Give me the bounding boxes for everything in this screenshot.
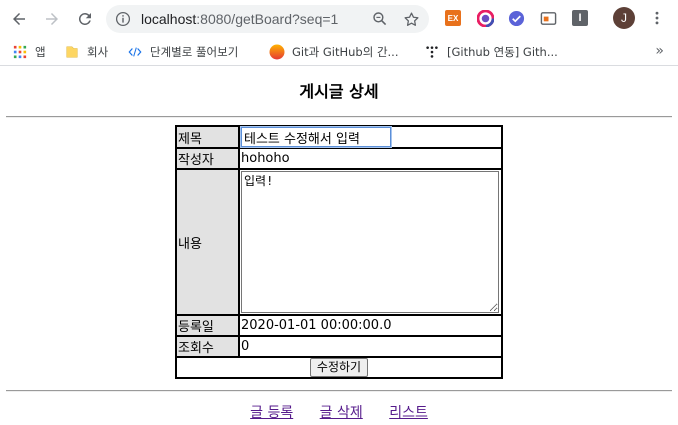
- bookmark-company-folder[interactable]: 회사: [64, 42, 108, 62]
- submit-row: 수정하기: [176, 357, 502, 378]
- browser-toolbar: localhost:8080/getBoard?seq=1 EX I J: [0, 0, 678, 38]
- bookmark-label: 회사: [87, 45, 109, 59]
- title-label: 제목: [176, 126, 239, 148]
- page-title: 게시글 상세: [299, 82, 379, 101]
- delete-board-link[interactable]: 글 삭제: [320, 405, 363, 421]
- bookmark-star-icon[interactable]: [402, 10, 420, 28]
- code-icon: [127, 44, 143, 60]
- writer-label: 작성자: [176, 148, 239, 169]
- bookmark-github-link[interactable]: [Github 연동] Gith...: [424, 42, 558, 62]
- bookmark-label: Git과 GitHub의 간...: [292, 45, 399, 59]
- dots-icon: [424, 44, 440, 60]
- top-divider: [6, 116, 672, 118]
- url-path: :8080/getBoard?seq=1: [196, 11, 339, 27]
- bookmarks-bar: 앱 회사 단계별로 풀어보기 Git과 GitHub의 간... [Github…: [0, 38, 678, 66]
- profile-initial: J: [613, 7, 635, 29]
- title-row: 제목: [176, 126, 502, 148]
- bookmark-apps[interactable]: 앱: [12, 42, 46, 62]
- reload-icon[interactable]: [73, 7, 97, 31]
- footer-links: 글 등록 글 삭제 리스트: [0, 402, 678, 422]
- bookmark-step-by-step[interactable]: 단계별로 풀어보기: [127, 42, 238, 62]
- i-extension-label: I: [572, 10, 588, 26]
- bottom-divider: [6, 390, 672, 392]
- regdate-value: 2020-01-01 00:00:00.0: [239, 315, 502, 336]
- bookmark-label: 앱: [35, 45, 46, 59]
- regdate-label: 등록일: [176, 315, 239, 336]
- apps-grid-icon: [12, 44, 28, 60]
- count-label: 조회수: [176, 336, 239, 357]
- cast-extension-icon[interactable]: [539, 9, 557, 27]
- back-arrow-icon[interactable]: [7, 7, 31, 31]
- info-icon[interactable]: [114, 10, 132, 28]
- kebab-menu-icon[interactable]: [648, 9, 666, 27]
- board-list-link[interactable]: 리스트: [389, 405, 428, 421]
- writer-value: hohoho: [239, 148, 502, 169]
- content-row: 내용 입력!: [176, 169, 502, 315]
- profile-avatar[interactable]: J: [613, 7, 635, 29]
- more-bookmarks-chevron-icon[interactable]: »: [655, 43, 664, 59]
- folder-icon: [64, 44, 80, 60]
- regdate-row: 등록일 2020-01-01 00:00:00.0: [176, 315, 502, 336]
- bookmark-label: 단계별로 풀어보기: [150, 45, 239, 59]
- count-row: 조회수 0: [176, 336, 502, 357]
- writer-row: 작성자 hohoho: [176, 148, 502, 169]
- forward-arrow-icon[interactable]: [40, 7, 64, 31]
- update-button[interactable]: 수정하기: [309, 358, 369, 377]
- insert-board-link[interactable]: 글 등록: [250, 405, 293, 421]
- url-text: localhost:8080/getBoard?seq=1: [141, 10, 338, 28]
- ex-extension-icon[interactable]: EX: [444, 9, 462, 27]
- check-extension-icon[interactable]: [507, 9, 525, 27]
- title-cell: [239, 126, 502, 148]
- board-detail-table: 제목 작성자 hohoho 내용 입력! 등록일 2020-01-01 00:0…: [175, 125, 503, 379]
- address-bar[interactable]: localhost:8080/getBoard?seq=1: [106, 5, 429, 33]
- content-cell: 입력!: [239, 169, 502, 315]
- ex-extension-label: EX: [445, 10, 461, 26]
- title-input[interactable]: [240, 126, 392, 148]
- submit-cell: 수정하기: [176, 357, 502, 378]
- bookmark-git-github[interactable]: Git과 GitHub의 간...: [269, 42, 398, 62]
- content-textarea[interactable]: 입력!: [241, 171, 499, 313]
- url-host: localhost: [141, 11, 197, 27]
- i-extension-icon[interactable]: I: [571, 9, 589, 27]
- bookmark-label: [Github 연동] Gith...: [447, 45, 558, 59]
- color-circle-extension-icon[interactable]: [476, 9, 494, 27]
- count-value: 0: [239, 336, 502, 357]
- content-label: 내용: [176, 169, 239, 315]
- zoom-icon[interactable]: [371, 10, 389, 28]
- orange-circle-icon: [269, 44, 285, 60]
